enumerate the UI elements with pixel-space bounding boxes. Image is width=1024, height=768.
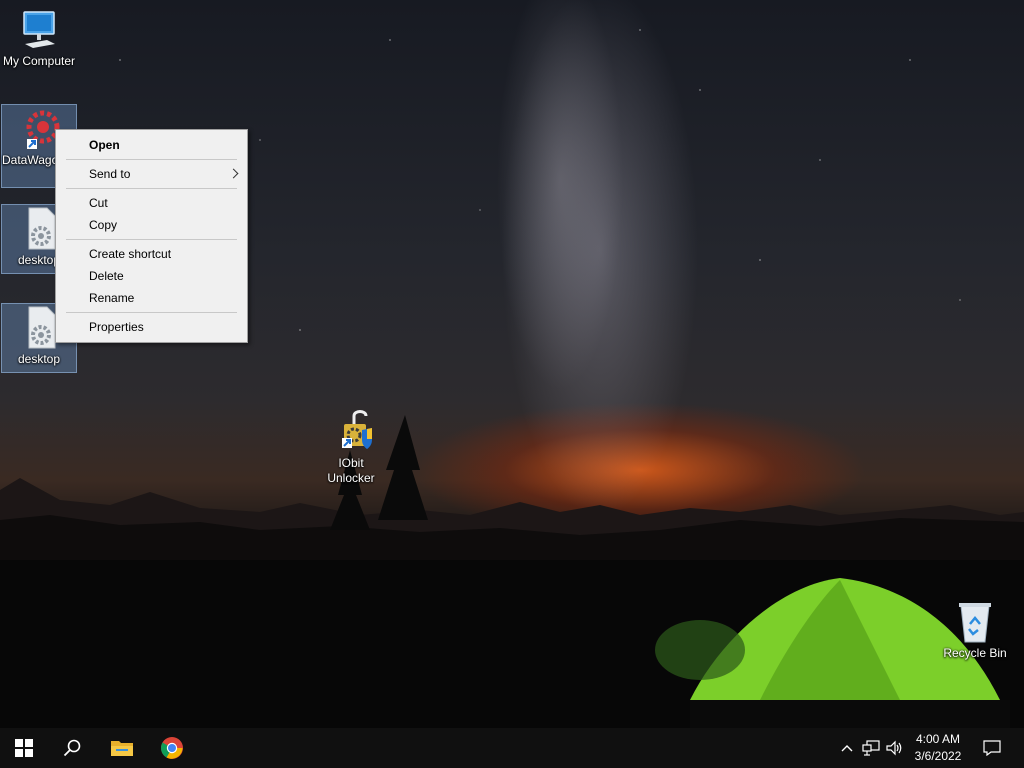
menu-separator	[66, 159, 237, 160]
taskbar-clock[interactable]: 4:00 AM 3/6/2022	[906, 731, 970, 765]
search-button[interactable]	[48, 728, 96, 768]
menu-item-send-to[interactable]: Send to	[56, 163, 247, 185]
start-button[interactable]	[0, 728, 48, 768]
menu-item-copy[interactable]: Copy	[56, 214, 247, 236]
menu-separator	[66, 239, 237, 240]
network-button[interactable]	[860, 728, 882, 768]
volume-button[interactable]	[884, 728, 906, 768]
folder-icon	[111, 741, 133, 756]
taskbar: 4:00 AM 3/6/2022	[0, 728, 1024, 768]
clock-time: 4:00 AM	[915, 732, 961, 746]
file-explorer-button[interactable]	[98, 728, 146, 768]
unlock-icon	[342, 410, 372, 449]
my-computer-label: My Computer	[2, 54, 76, 68]
search-icon	[63, 739, 81, 757]
windows-start-icon	[15, 739, 33, 757]
clock-date: 3/6/2022	[914, 749, 962, 763]
menu-item-cut[interactable]: Cut	[56, 192, 247, 214]
wallpaper-landscape	[0, 415, 1024, 728]
chrome-icon	[161, 737, 183, 759]
show-hidden-icons-button[interactable]	[836, 728, 858, 768]
recycle-bin-label: Recycle Bin	[943, 646, 1007, 660]
menu-item-open[interactable]: Open	[56, 134, 247, 156]
iobit-unlocker-label: IObit Unlocker	[327, 456, 375, 485]
action-center-button[interactable]	[980, 728, 1004, 768]
trash-bin-icon	[959, 603, 991, 643]
recycle-bin-icon[interactable]: Recycle Bin	[937, 598, 1013, 670]
menu-item-delete[interactable]: Delete	[56, 265, 247, 287]
my-computer-icon[interactable]: My Computer	[1, 8, 77, 74]
desktop-wallpaper	[0, 0, 1024, 728]
menu-item-send-to-label: Send to	[89, 167, 131, 181]
chrome-button[interactable]	[148, 728, 196, 768]
menu-item-properties[interactable]: Properties	[56, 316, 247, 338]
desktop-file-label-2: desktop	[17, 352, 61, 366]
chevron-right-icon	[228, 168, 239, 179]
context-menu: Open Send to Cut Copy Create shortcut De…	[55, 129, 248, 343]
speaker-icon	[886, 740, 902, 756]
monitor-icon	[23, 11, 55, 48]
network-icon	[862, 740, 880, 756]
menu-item-create-shortcut[interactable]: Create shortcut	[56, 243, 247, 265]
menu-separator	[66, 188, 237, 189]
menu-item-rename[interactable]: Rename	[56, 287, 247, 309]
chevron-up-icon	[841, 745, 853, 752]
menu-separator	[66, 312, 237, 313]
iobit-unlocker-icon[interactable]: IObit Unlocker	[313, 404, 389, 486]
notification-icon	[983, 740, 1001, 756]
